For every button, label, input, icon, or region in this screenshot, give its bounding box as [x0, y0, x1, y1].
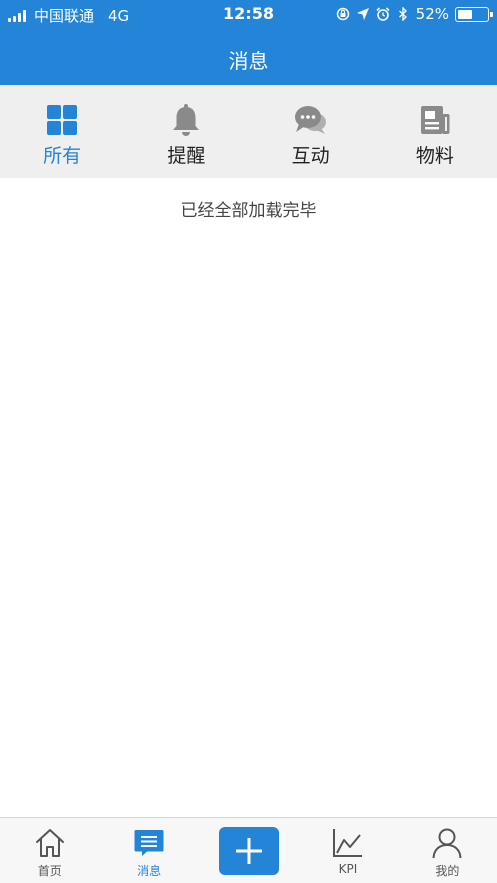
tab-label: 物料 [415, 145, 454, 167]
bluetooth-icon [398, 7, 407, 21]
nav-home[interactable]: 首页 [0, 818, 99, 883]
nav-label: KPI [338, 862, 358, 876]
tab-reminders[interactable]: 提醒 [124, 85, 248, 178]
line-chart-icon [331, 826, 365, 860]
tab-label: 提醒 [167, 145, 206, 167]
bottom-navigation: 首页 消息 KPI 我的 [0, 817, 497, 883]
chat-bubbles-icon [294, 103, 328, 137]
home-icon [33, 826, 67, 860]
plus-icon [235, 838, 262, 864]
tab-interactions[interactable]: 互动 [249, 85, 373, 178]
document-icon [418, 103, 452, 137]
nav-kpi[interactable]: KPI [298, 818, 397, 883]
load-complete-message: 已经全部加载完毕 [180, 201, 317, 221]
app-header: 中国联通 4G 12:58 52% 消息 [0, 0, 497, 85]
nav-add[interactable] [199, 818, 298, 883]
add-button[interactable] [218, 827, 279, 875]
nav-profile[interactable]: 我的 [398, 818, 497, 883]
tab-materials[interactable]: 物料 [373, 85, 497, 178]
user-icon [430, 826, 464, 860]
status-bar: 中国联通 4G 12:58 52% [0, 0, 497, 28]
grid-icon [45, 103, 79, 137]
nav-label: 消息 [137, 864, 162, 878]
nav-messages[interactable]: 消息 [99, 818, 198, 883]
page-title: 消息 [228, 49, 269, 73]
tab-all[interactable]: 所有 [0, 85, 124, 178]
tab-label: 互动 [291, 145, 330, 167]
bell-icon [169, 103, 203, 137]
tab-label: 所有 [43, 145, 82, 167]
message-icon [132, 826, 166, 860]
battery-percent: 52% [415, 5, 449, 23]
rotation-lock-icon [336, 7, 349, 21]
location-arrow-icon [356, 8, 369, 20]
nav-label: 我的 [435, 864, 460, 878]
alarm-icon [376, 7, 390, 21]
nav-label: 首页 [37, 864, 62, 878]
battery-icon [455, 6, 493, 22]
message-category-tabs: 所有 提醒 互动 物料 [0, 85, 497, 178]
